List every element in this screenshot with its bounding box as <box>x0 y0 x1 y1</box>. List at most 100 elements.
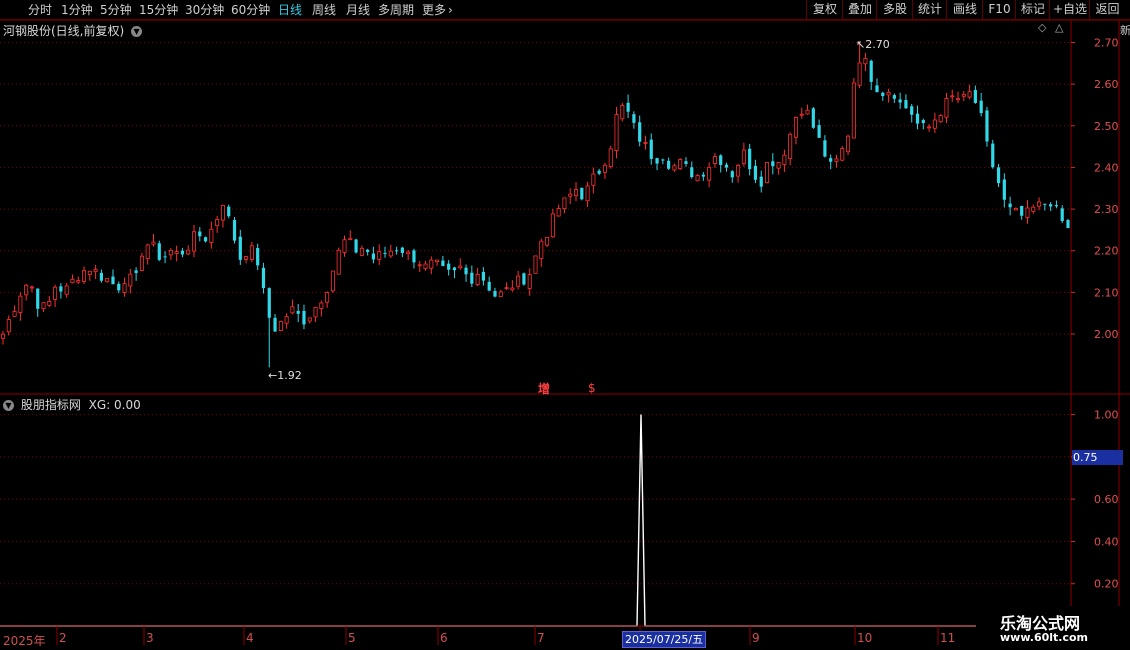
candle-body <box>256 247 260 266</box>
month-label: 9 <box>752 631 760 645</box>
candle-body <box>690 167 694 178</box>
candle-body <box>64 285 69 295</box>
candle-body <box>979 100 983 114</box>
candle-body <box>122 283 127 293</box>
candle-body <box>863 58 868 65</box>
candle-body <box>198 231 202 237</box>
candle-body <box>1002 179 1006 200</box>
candle-body <box>904 100 908 109</box>
candle-body <box>684 161 688 164</box>
candle-body <box>296 310 300 314</box>
candle-body <box>41 302 46 310</box>
candle-body <box>249 245 254 260</box>
candle-body <box>441 260 445 267</box>
month-label: 6 <box>440 631 448 645</box>
candle-body <box>533 255 538 274</box>
candle-body <box>910 106 914 115</box>
candle-body <box>498 291 503 297</box>
candle-body <box>168 249 173 256</box>
month-label: 4 <box>246 631 254 645</box>
candle-body <box>510 287 515 291</box>
candle-body <box>568 193 573 197</box>
candle-body <box>748 148 752 170</box>
candle-body <box>1049 204 1053 207</box>
candle-body <box>1025 207 1030 218</box>
candle-body <box>950 95 955 98</box>
candle-body <box>591 173 596 186</box>
candle-body <box>667 160 671 169</box>
candle-body <box>342 239 347 253</box>
candle-body <box>6 319 11 333</box>
candle-body <box>892 95 896 99</box>
candle-body <box>545 236 550 246</box>
candle-body <box>111 276 115 285</box>
candle-body <box>452 267 457 271</box>
candle-body <box>701 174 705 177</box>
candle-body <box>961 93 966 97</box>
candle-body <box>481 271 486 281</box>
candle-body <box>371 253 376 260</box>
candle-body <box>493 291 497 297</box>
candle-body <box>504 287 509 290</box>
candle-body <box>128 273 133 287</box>
candle-body <box>359 247 364 256</box>
candle-body <box>991 143 995 168</box>
candle-body <box>574 189 579 197</box>
price-tick-label: 2.40 <box>1094 161 1119 174</box>
candle-body <box>707 166 712 181</box>
price-tick-label: 2.00 <box>1094 328 1119 341</box>
candle-body <box>273 317 277 332</box>
candle-body <box>87 270 92 276</box>
candle-body <box>823 140 827 157</box>
candle-body <box>215 219 220 227</box>
candle-body <box>383 252 387 254</box>
candle-body <box>394 250 399 252</box>
candle-body <box>423 263 428 269</box>
candle-body <box>12 311 17 317</box>
candle-body <box>244 256 249 260</box>
candle-body <box>186 249 191 255</box>
indicator-tick-label: 0.20 <box>1094 578 1119 591</box>
candle-body <box>53 286 58 300</box>
candle-body <box>307 317 312 322</box>
candle-body <box>134 270 138 273</box>
chart-canvas[interactable]: 2.00 2.10 2.20 2.30 2.40 2.50 2.60 2.70 0.20 0.40… <box>0 0 1130 650</box>
price-tick-label: 2.30 <box>1094 203 1119 216</box>
candle-body <box>643 142 648 144</box>
candle-body <box>145 244 150 260</box>
candle-body <box>203 237 208 242</box>
candle-body <box>562 197 567 209</box>
candle-body <box>638 122 642 142</box>
candle-body <box>915 113 920 124</box>
candle-body <box>76 280 81 283</box>
candle-body <box>771 161 775 167</box>
candle-body <box>458 265 463 269</box>
watermark-logo: 乐淘公式网 www.60lt.com <box>976 606 1130 650</box>
candle-body <box>354 239 358 253</box>
candle-body <box>388 250 393 257</box>
candle-body <box>464 267 468 275</box>
candle-body <box>695 175 700 182</box>
candle-body <box>1008 203 1012 208</box>
candle-body <box>516 275 521 287</box>
candle-body <box>487 281 491 291</box>
candle-body <box>776 162 781 169</box>
candle-body <box>522 273 526 285</box>
candle-body <box>550 213 555 238</box>
candle-body <box>927 126 932 129</box>
month-label: 11 <box>940 631 955 645</box>
candle-body <box>366 249 370 252</box>
candle-body <box>24 284 29 296</box>
candle-body <box>765 162 770 184</box>
candle-body <box>857 62 862 86</box>
candle-body <box>985 110 989 142</box>
candle-body <box>93 269 98 273</box>
candle-body <box>447 263 451 270</box>
candle-body <box>655 158 659 164</box>
candle-body <box>435 259 440 263</box>
candle-body <box>174 251 179 254</box>
candle-body <box>811 108 815 128</box>
indicator-tick-label: 0.60 <box>1094 493 1119 506</box>
candle-body <box>36 288 40 309</box>
candle-body <box>157 243 161 260</box>
